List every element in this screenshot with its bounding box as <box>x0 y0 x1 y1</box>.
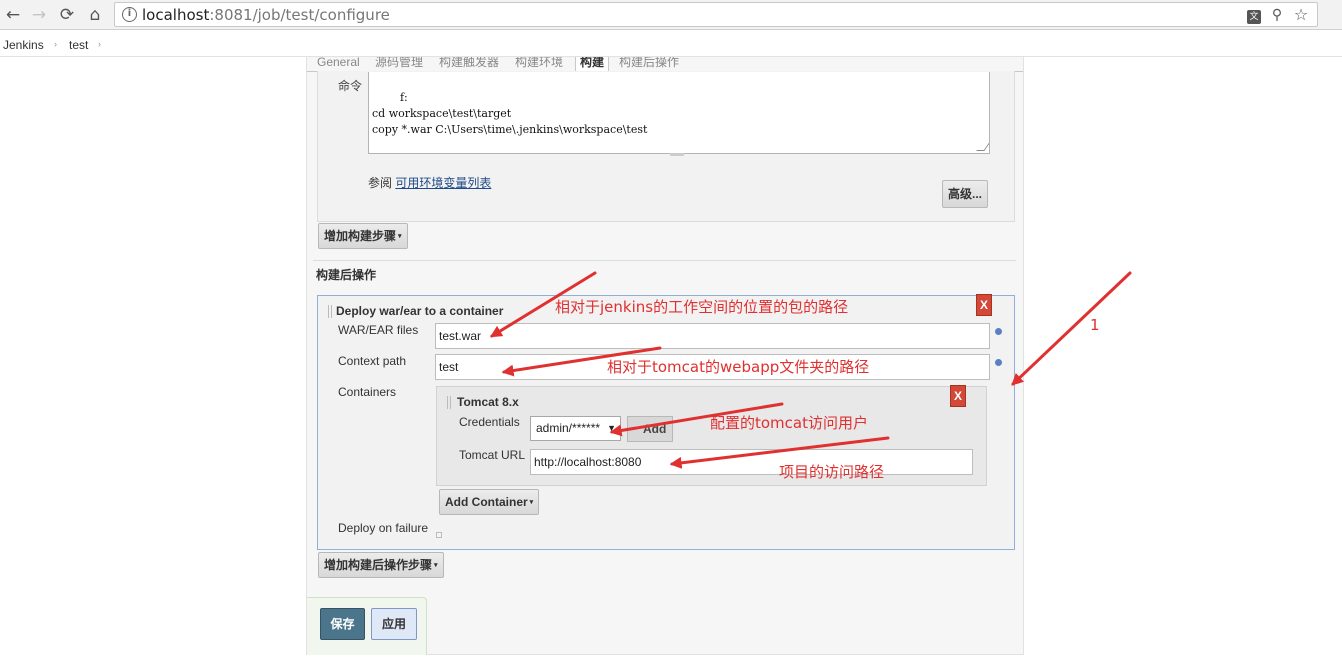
env-prefix: 参阅 <box>368 176 396 190</box>
info-icon[interactable]: i <box>122 7 137 22</box>
bookmark-star-icon[interactable]: ☆ <box>1292 6 1310 24</box>
remove-tomcat-button[interactable]: X <box>950 385 966 407</box>
tab-post-build[interactable]: 构建后操作 <box>615 57 683 71</box>
tomcat-url-label: Tomcat URL <box>459 448 526 462</box>
url-path: :8081/job/test/configure <box>209 6 390 24</box>
war-files-label: WAR/EAR files <box>338 323 419 337</box>
add-build-step-label: 增加构建步骤 <box>324 229 397 243</box>
annotation-credentials-note: 配置的tomcat访问用户 <box>710 414 868 432</box>
home-icon[interactable]: ⌂ <box>85 5 105 25</box>
remove-deploy-step-button[interactable]: X <box>976 294 992 316</box>
credentials-label: Credentials <box>459 415 520 429</box>
env-vars-line: 参阅 可用环境变量列表 <box>368 174 491 191</box>
translate-icon[interactable]: 文 <box>1245 6 1263 24</box>
breadcrumb-jenkins[interactable]: Jenkins <box>3 38 44 52</box>
deploy-step-title: Deploy war/ear to a container <box>336 304 504 318</box>
command-textarea[interactable]: f: cd workspace\test\target copy *.war C… <box>368 72 990 154</box>
drag-handle-icon[interactable] <box>328 305 332 318</box>
annotation-context-note: 相对于tomcat的webapp文件夹的路径 <box>607 358 870 376</box>
annotation-war-note: 相对于jenkins的工作空间的位置的包的路径 <box>555 298 849 316</box>
breadcrumb-separator-icon: › <box>98 39 101 49</box>
deploy-container-step: Deploy war/ear to a container X WAR/EAR … <box>317 294 1015 550</box>
add-container-button[interactable]: Add Container ▾ <box>439 489 540 515</box>
translate-glyph: 文 <box>1247 10 1261 24</box>
tomcat-container: Tomcat 8.x X Credentials admin/****** ▼ A… <box>436 385 987 486</box>
deploy-on-failure-label: Deploy on failure <box>338 521 429 535</box>
annotation-arrow-number <box>1011 271 1132 386</box>
tab-environment[interactable]: 构建环境 <box>511 57 567 71</box>
annotation-number-note: 1 <box>1090 316 1100 334</box>
breadcrumb-separator-icon: › <box>54 39 57 49</box>
chevron-down-icon: ▼ <box>607 423 616 433</box>
context-path-label: Context path <box>338 354 407 368</box>
tomcat-title: Tomcat 8.x <box>457 395 519 409</box>
containers-label: Containers <box>338 385 397 399</box>
command-text: f: cd workspace\test\target copy *.war C… <box>372 91 648 136</box>
dropdown-caret-icon: ▾ <box>529 498 534 506</box>
apply-button[interactable]: 应用 <box>371 608 417 640</box>
add-credentials-button[interactable]: Add <box>627 416 673 442</box>
section-divider <box>313 260 1016 261</box>
breadcrumb: Jenkins › test › <box>0 31 1342 57</box>
bottom-sticker: 保存 应用 <box>307 597 427 655</box>
breadcrumb-test[interactable]: test <box>69 38 88 52</box>
shell-build-step: 命令 f: cd workspace\test\target copy *.wa… <box>317 71 1015 222</box>
url-host: localhost <box>142 6 210 24</box>
credentials-select[interactable]: admin/****** ▼ <box>530 416 621 441</box>
add-post-build-step-button[interactable]: 增加构建后操作步骤 ▾ <box>318 552 444 578</box>
command-label: 命令 <box>338 79 363 93</box>
reload-icon[interactable]: ⟳ <box>57 5 77 25</box>
deploy-on-failure-checkbox[interactable] <box>436 532 442 538</box>
back-icon[interactable]: ← <box>3 5 23 25</box>
browser-toolbar: ← → ⟳ ⌂ i localhost:8081/job/test/config… <box>0 0 1342 30</box>
textarea-drag-bar[interactable] <box>670 153 684 156</box>
dropdown-caret-icon: ▾ <box>398 232 402 240</box>
env-vars-link[interactable]: 可用环境变量列表 <box>395 176 491 190</box>
help-icon[interactable] <box>995 328 1002 335</box>
tab-build[interactable]: 构建 <box>575 57 610 71</box>
war-files-input[interactable]: test.war <box>435 323 990 349</box>
resize-handle-icon[interactable] <box>976 143 989 151</box>
config-tabs: General 源码管理 构建触发器 构建环境 构建 构建后操作 <box>307 57 1023 72</box>
tab-source[interactable]: 源码管理 <box>371 57 427 71</box>
annotation-url-note: 项目的访问路径 <box>779 463 885 481</box>
credentials-value: admin/****** <box>536 421 601 435</box>
post-build-section-title: 构建后操作 <box>316 268 377 282</box>
forward-icon[interactable]: → <box>29 5 49 25</box>
help-icon[interactable] <box>995 359 1002 366</box>
screenshot-root: ← → ⟳ ⌂ i localhost:8081/job/test/config… <box>0 0 1342 663</box>
dropdown-caret-icon: ▾ <box>434 561 438 569</box>
add-post-build-step-label: 增加构建后操作步骤 <box>324 558 433 572</box>
advanced-button[interactable]: 高级... <box>942 180 989 208</box>
tab-triggers[interactable]: 构建触发器 <box>435 57 503 71</box>
drag-handle-icon[interactable] <box>447 396 451 409</box>
add-container-label: Add Container <box>445 495 528 509</box>
tab-general[interactable]: General <box>313 57 364 71</box>
address-url[interactable]: localhost:8081/job/test/configure <box>142 6 390 24</box>
save-button[interactable]: 保存 <box>320 608 365 640</box>
tomcat-url-input[interactable]: http://localhost:8080 <box>530 449 973 475</box>
zoom-icon[interactable]: ⚲ <box>1268 6 1286 24</box>
address-bar[interactable]: i localhost:8081/job/test/configure 文 ⚲ … <box>114 2 1318 27</box>
add-build-step-button[interactable]: 增加构建步骤 ▾ <box>318 223 408 249</box>
